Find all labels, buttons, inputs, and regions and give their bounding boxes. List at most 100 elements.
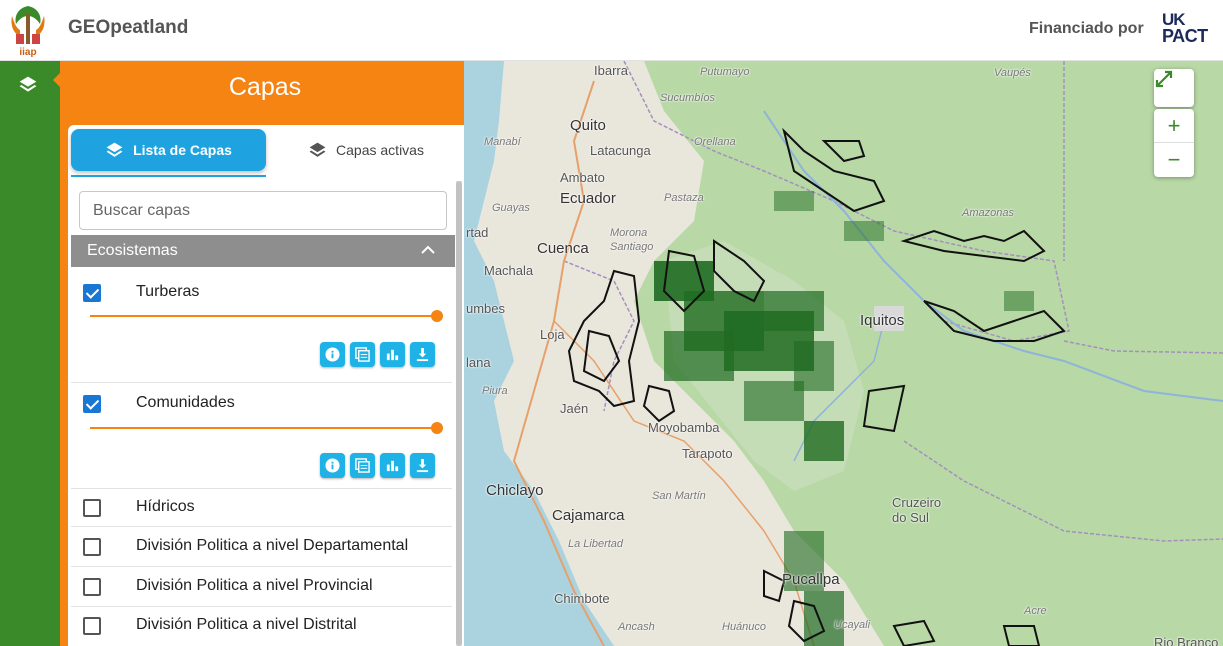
map-label-morona: Morona Santiago [610,227,654,253]
map-label-huanuco: Huánuco [722,621,767,633]
map-label-chimbote: Chimbote [554,591,610,606]
map-label-machala: Machala [484,263,534,278]
panel-body: Lista de Capas Capas activas Ecosistemas [68,125,464,646]
iiap-logo[interactable]: iiap [8,2,48,58]
map-label-rio-branco: Rio Branco [1154,635,1219,646]
layer-checkbox[interactable] [83,284,101,302]
layers-toggle-button[interactable] [14,71,42,99]
map-label-san-martin: San Martín [652,490,706,502]
map-label-manabi: Manabí [484,136,521,148]
map-label-guayas: Guayas [492,202,530,214]
map-label-ecuador: Ecuador [560,190,616,207]
scrollbar-thumb[interactable] [456,181,462,646]
map-label-umbes: umbes [466,301,506,316]
slider-thumb[interactable] [431,310,443,322]
info-button[interactable] [320,342,345,367]
map-label-quito: Quito [570,117,606,134]
layers-icon [106,142,123,157]
map-label-cajamarca: Cajamarca [552,507,625,524]
layers-panel: Capas Lista de Capas Capas activas Eco [60,61,464,646]
legend-button[interactable] [350,453,375,478]
legend-icon [355,458,370,473]
layer-label: Hídricos [136,498,195,515]
map-label-cruzeiro: Cruzeiro do Sul [892,495,942,525]
opacity-slider[interactable] [90,422,443,434]
layer-item-hidricos: Hídricos [71,489,452,527]
panel-scrollbar[interactable] [456,181,462,646]
chevron-up-icon [421,245,435,254]
map-label-putumayo: Putumayo [700,66,750,78]
info-icon [325,347,340,362]
layer-item-turberas: Turberas [71,269,452,383]
chart-button[interactable] [380,342,405,367]
panel-title: Capas [228,73,302,101]
map-label-jaen: Jaén [560,401,589,416]
zoom-in-button[interactable]: + [1154,109,1194,143]
map-label-tarapoto: Tarapoto [682,446,733,461]
map-label-rtad: rtad [466,225,489,240]
uk-pact-logo: UK PACT [1160,10,1212,50]
layers-icon [19,76,37,92]
search-layers-input[interactable] [79,191,447,230]
download-button[interactable] [410,342,435,367]
layer-checkbox[interactable] [83,538,101,556]
app-header: iiap GEOpeatland Financiado por UK PACT [0,0,1223,61]
layer-label: División Politica a nivel Provincial [136,577,373,594]
legend-button[interactable] [350,342,375,367]
layer-checkbox[interactable] [83,578,101,596]
fullscreen-button[interactable] [1154,69,1194,101]
info-icon [325,458,340,473]
map-canvas[interactable] [464,61,1223,646]
map-label-orellana: Orellana [694,136,736,148]
download-icon [416,347,429,362]
pact-text: PACT [1162,26,1208,46]
layer-label: División Politica a nivel Departamental [136,537,409,554]
tab-active-layers[interactable]: Capas activas [268,129,464,171]
zoom-out-button[interactable]: − [1154,143,1194,177]
map-label-chiclayo: Chiclayo [486,482,544,499]
layer-label: Comunidades [136,394,235,411]
section-header-ecosistemas[interactable]: Ecosistemas [71,235,455,267]
layer-tools [320,342,435,367]
layers-icon [309,142,326,157]
layer-checkbox[interactable] [83,395,101,413]
map-label-amazonas: Amazonas [962,207,1014,219]
map-label-acre: Acre [1024,605,1047,617]
map-label-sucumbios: Sucumbíos [660,92,716,104]
map-label-ucayali: Ucayali [834,619,871,631]
map-label-la-libertad: La Libertad [568,538,624,550]
tab-layer-list[interactable]: Lista de Capas [71,129,266,171]
download-icon [416,458,429,473]
info-button[interactable] [320,453,345,478]
chart-icon [386,460,399,472]
tab-label: Capas activas [336,142,424,158]
download-button[interactable] [410,453,435,478]
section-label: Ecosistemas [87,242,178,259]
layer-item-comunidades: Comunidades [71,383,452,489]
map-label-ancash: Ancash [618,621,655,633]
layer-item-departamental: División Politica a nivel Departamental [71,527,452,567]
fullscreen-icon [1155,70,1173,88]
map-label-moyobamba: Moyobamba [648,420,720,435]
map-view[interactable]: Ibarra Putumayo Vaupés Sucumbíos Quito M… [464,61,1223,646]
svg-text:iiap: iiap [19,47,36,58]
layer-label: División Politica a nivel Distrital [136,616,357,633]
layer-checkbox[interactable] [83,499,101,517]
chart-icon [386,349,399,361]
map-label-pucallpa: Pucallpa [782,571,840,588]
layer-item-distrital: División Politica a nivel Distrital [71,607,452,646]
map-label-latacunga: Latacunga [590,143,651,158]
layer-checkbox[interactable] [83,617,101,635]
left-rail [0,61,62,646]
map-label-vaupes: Vaupés [994,67,1031,79]
app-title: GEOpeatland [68,17,189,38]
tab-label: Lista de Capas [133,142,232,158]
chart-button[interactable] [380,453,405,478]
layer-tools [320,453,435,478]
opacity-slider[interactable] [90,310,443,322]
layer-label: Turberas [136,283,200,300]
map-label-pastaza: Pastaza [664,192,704,204]
map-controls [1154,69,1194,107]
legend-icon [355,347,370,362]
slider-thumb[interactable] [431,422,443,434]
